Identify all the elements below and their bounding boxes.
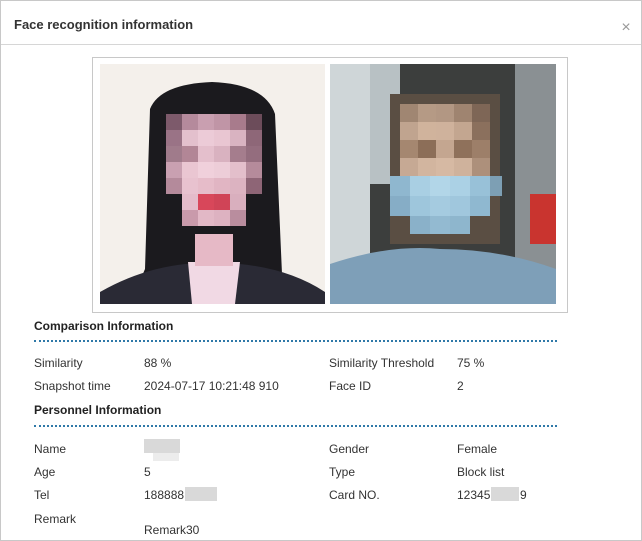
- dialog-title: Face recognition information: [14, 17, 194, 32]
- personnel-info-heading: Personnel Information: [34, 403, 162, 417]
- card-no-label: Card NO.: [329, 488, 380, 502]
- face-id-label: Face ID: [329, 379, 372, 393]
- close-icon[interactable]: ×: [619, 20, 633, 36]
- card-no-value: 12345: [457, 488, 491, 502]
- type-value: Block list: [457, 465, 505, 479]
- tel-label: Tel: [34, 488, 50, 502]
- similarity-threshold-value: 75 %: [457, 356, 485, 370]
- card-no-value-end: 9: [520, 488, 527, 502]
- remark-label: Remark: [34, 512, 77, 526]
- remark-value: Remark30: [144, 523, 200, 537]
- gender-value: Female: [457, 442, 498, 456]
- tel-value: 188888: [144, 488, 185, 502]
- snapshot-face-image: [330, 64, 556, 304]
- section-divider: [34, 425, 557, 427]
- gender-label: Gender: [329, 442, 370, 456]
- similarity-threshold-label: Similarity Threshold: [329, 356, 435, 370]
- dialog-header: Face recognition information ×: [1, 1, 641, 45]
- name-label: Name: [34, 442, 67, 456]
- tel-value-redacted: [185, 487, 217, 501]
- age-value: 5: [144, 465, 151, 479]
- name-value-redacted: [144, 439, 180, 453]
- type-label: Type: [329, 465, 356, 479]
- similarity-value: 88 %: [144, 356, 172, 370]
- snapshot-time-value: 2024-07-17 10:21:48 910: [144, 379, 279, 393]
- name-value-redacted: [153, 453, 179, 461]
- comparison-info-heading: Comparison Information: [34, 319, 174, 333]
- section-divider: [34, 340, 557, 342]
- registered-face-image: [100, 64, 325, 304]
- age-label: Age: [34, 465, 56, 479]
- card-no-redacted: [491, 487, 519, 501]
- photo-comparison-panel: [92, 57, 568, 313]
- face-id-value: 2: [457, 379, 464, 393]
- similarity-label: Similarity: [34, 356, 83, 370]
- face-recognition-dialog: Face recognition information × Compariso…: [0, 0, 642, 541]
- snapshot-time-label: Snapshot time: [34, 379, 111, 393]
